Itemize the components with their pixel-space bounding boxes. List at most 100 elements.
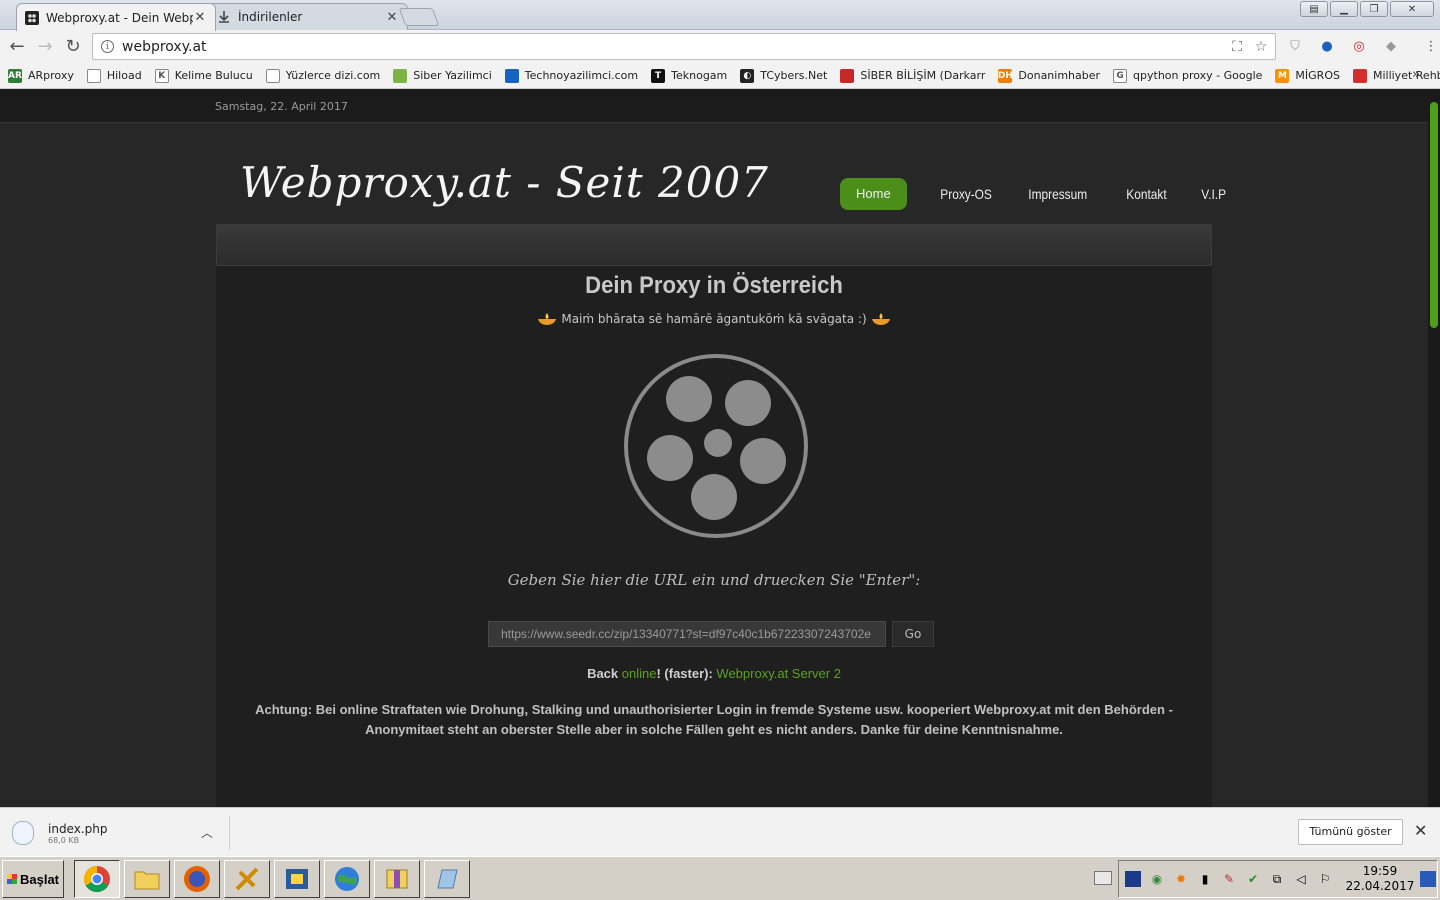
tool-icon[interactable]	[224, 860, 270, 898]
site-logo[interactable]: Webproxy.at - Seit 2007	[240, 158, 769, 207]
bookmark-item[interactable]: T Teknogam	[651, 68, 728, 83]
translate-icon[interactable]: ⛶	[1227, 39, 1247, 55]
film-reel-icon	[624, 354, 808, 538]
notepad-icon[interactable]	[424, 860, 470, 898]
chevron-up-icon[interactable]: ︿	[201, 824, 213, 841]
back-arrow-icon[interactable]: ←	[3, 33, 31, 61]
tab-webproxy[interactable]: Webproxy.at - Dein Webpr ✕	[16, 3, 216, 31]
nav-proxy-os[interactable]: Proxy-OS	[925, 178, 1007, 210]
bookmark-label: Technoyazilimci.com	[524, 69, 639, 82]
window-close-button[interactable]: ✕	[1390, 1, 1434, 17]
winrar-icon[interactable]	[374, 860, 420, 898]
proxy-url-input[interactable]: https://www.seedr.cc/zip/13340771?st=df9…	[488, 621, 886, 647]
bookmark-item[interactable]: K Kelime Bulucu	[154, 68, 253, 83]
address-bar[interactable]: i webproxy.at ⛶ ☆	[92, 33, 1276, 60]
tool-glyph	[235, 867, 259, 891]
page-date: Samstag, 22. April 2017	[215, 100, 348, 113]
menu-dots-icon[interactable]: ⋮	[1420, 36, 1440, 56]
chrome-icon[interactable]	[74, 860, 120, 898]
shield-icon[interactable]: ⛉	[1284, 36, 1306, 56]
mic-icon[interactable]: ●	[1316, 36, 1338, 56]
usb-icon[interactable]: ▮	[1197, 871, 1213, 887]
reload-icon[interactable]: ↻	[59, 33, 87, 61]
forward-arrow-icon[interactable]: →	[31, 33, 59, 61]
bookmark-item[interactable]: SİBER BİLİŞİM (Darkarr	[840, 68, 986, 83]
flag-icon[interactable]: ⚐	[1317, 871, 1333, 887]
migros-icon: M	[1275, 68, 1290, 83]
siber-icon	[840, 68, 855, 83]
close-icon[interactable]: ✕	[1414, 821, 1427, 840]
address-url[interactable]: webproxy.at	[122, 39, 1227, 55]
tool-tray-icon[interactable]: ✎	[1221, 871, 1237, 887]
bookmark-item[interactable]: Technoyazilimci.com	[504, 68, 639, 83]
tab-downloads[interactable]: İndirilenler ✕	[208, 3, 408, 30]
extension-puzzle-icon[interactable]: ◆	[1380, 36, 1402, 56]
monitor-icon[interactable]	[1125, 871, 1141, 887]
keyboard-icon[interactable]	[1094, 871, 1112, 885]
show-desktop-icon[interactable]	[1420, 871, 1436, 887]
nav-vip[interactable]: V.I.P	[1186, 178, 1241, 210]
bookmark-item[interactable]: AR ARproxy	[8, 68, 74, 83]
bookmark-item[interactable]: Gqpython proxy - Google	[1113, 68, 1262, 83]
bookmark-star-icon[interactable]: ☆	[1251, 39, 1271, 55]
bookmark-item[interactable]: Hiload	[86, 68, 142, 83]
bookmark-label: SİBER BİLİŞİM (Darkarr	[860, 69, 986, 82]
restore-button[interactable]: ❐	[1360, 1, 1388, 17]
network-icon[interactable]: ◉	[1149, 871, 1165, 887]
bookmark-item[interactable]: Milliyet Rehber	[1352, 68, 1440, 83]
page-title: Dein Proxy in Österreich	[585, 272, 843, 299]
folder-icon[interactable]	[124, 860, 170, 898]
extension-icons: ⛉ ● ◎ ◆ ⋮	[1284, 36, 1440, 56]
tech-icon	[504, 68, 519, 83]
python-icon[interactable]	[274, 860, 320, 898]
online-word: online	[621, 666, 657, 681]
avast-icon[interactable]: ✸	[1173, 871, 1189, 887]
back-prefix: Back	[587, 666, 622, 681]
start-button[interactable]: Başlat	[2, 860, 64, 898]
nav-impressum[interactable]: Impressum	[1013, 178, 1102, 210]
lan-icon[interactable]: ⧉	[1269, 871, 1285, 887]
bookmark-item[interactable]: M MİGROS	[1275, 68, 1340, 83]
k-icon: K	[154, 68, 169, 83]
bookmark-item[interactable]: Yüzlerce dizi.com	[265, 68, 380, 83]
scrollbar-thumb[interactable]	[1430, 102, 1438, 328]
bookmark-item[interactable]: ◐ TCybers.Net	[740, 68, 828, 83]
bookmarks-overflow-icon[interactable]: »	[1412, 67, 1420, 82]
back-online-line: Back online! (faster): Webproxy.at Serve…	[216, 666, 1212, 681]
ar-icon: AR	[8, 68, 22, 83]
minimize-button[interactable]: ▁	[1330, 1, 1358, 17]
globe-glyph	[335, 867, 359, 891]
page-icon	[265, 68, 280, 83]
nav-home[interactable]: Home	[840, 178, 907, 210]
bookmark-item[interactable]: DH Donanimhaber	[998, 68, 1101, 83]
legal-notice: Achtung: Bei online Straftaten wie Drohu…	[255, 702, 1173, 737]
python-glyph	[286, 869, 308, 889]
show-all-button[interactable]: Tümünü göster	[1298, 819, 1403, 845]
user-icon[interactable]: ▤	[1300, 1, 1328, 17]
leaf-icon	[393, 68, 408, 83]
bookmark-label: TCybers.Net	[760, 69, 828, 82]
security-icon[interactable]: ✔	[1245, 871, 1261, 887]
bookmark-item[interactable]: Siber Yazilimci	[393, 68, 492, 83]
tab-close-icon[interactable]: ✕	[385, 10, 399, 25]
page-scrollbar[interactable]	[1428, 90, 1440, 807]
firefox-icon[interactable]	[174, 860, 220, 898]
clock[interactable]: 19:59 22.04.2017	[1340, 864, 1420, 894]
info-icon[interactable]: i	[101, 40, 114, 53]
proxy-form: https://www.seedr.cc/zip/13340771?st=df9…	[488, 621, 934, 647]
go-button[interactable]: Go	[892, 621, 934, 647]
opera-badge-icon[interactable]: ◎	[1348, 36, 1370, 56]
globe-icon[interactable]	[324, 860, 370, 898]
nav-kontakt[interactable]: Kontakt	[1111, 178, 1182, 210]
milliyet-icon	[1352, 68, 1367, 83]
bookmark-label: Donanimhaber	[1018, 69, 1101, 82]
notepad-glyph	[437, 869, 458, 889]
taskbar: Başlat ◉ ✸ ▮ ✎ ✔ ⧉ ◁ ⚐ 19:59 22.04.2017	[0, 856, 1440, 900]
volume-icon[interactable]: ◁	[1293, 871, 1309, 887]
server2-link[interactable]: Webproxy.at Server 2	[716, 666, 841, 681]
download-item[interactable]: index.php 68,0 KB ︿	[12, 816, 230, 850]
new-tab-button[interactable]	[398, 8, 440, 26]
bookmark-label: Teknogam	[671, 69, 728, 82]
tab-close-icon[interactable]: ✕	[193, 10, 207, 25]
bookmark-label: Hiload	[106, 69, 142, 82]
